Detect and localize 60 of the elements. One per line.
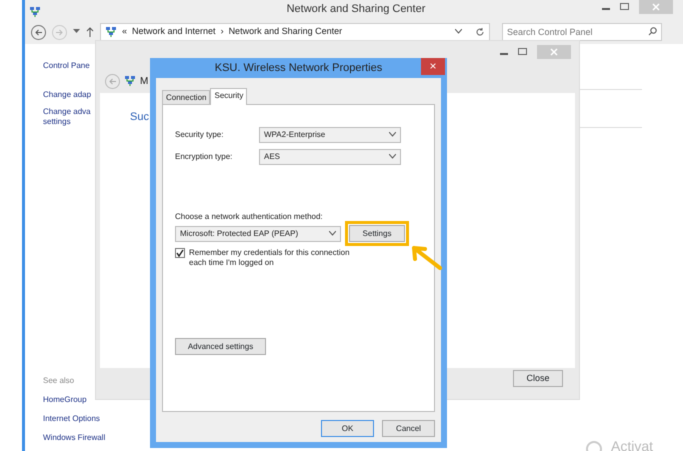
dropdown[interactable]: Microsoft: Protected EAP (PEAP) (175, 226, 341, 242)
chevron-down-icon (329, 230, 336, 236)
pointer-arrow (410, 244, 442, 270)
field-label: Encryption type: (175, 151, 234, 163)
close-button[interactable] (639, 0, 673, 14)
maximize-button[interactable] (620, 3, 629, 10)
activation-watermark: Activat (611, 437, 654, 451)
up-arrow-icon (86, 26, 94, 37)
ok-button[interactable]: OK (321, 420, 374, 437)
search-icon (648, 27, 657, 36)
dialog-title: KSU. Wireless Network Properties (214, 62, 382, 74)
settings-button[interactable]: Settings (349, 225, 405, 242)
breadcrumb-item[interactable]: Network and Internet (132, 25, 216, 39)
checkbox[interactable] (175, 248, 185, 258)
minimize-button[interactable] (500, 53, 508, 55)
arrow-left-icon (34, 28, 43, 36)
close-icon (652, 3, 660, 11)
sidebar-link[interactable]: Change adap (43, 90, 92, 100)
field-label: Choose a network authentication method: (175, 211, 324, 223)
network-icon (29, 6, 41, 18)
sidebar-link[interactable]: Windows Firewall (43, 433, 106, 443)
chevron-down-icon (389, 154, 396, 160)
heading-text: Suc (130, 111, 149, 123)
tab[interactable]: Security (210, 88, 248, 105)
network-icon (124, 74, 136, 87)
search-field[interactable]: Search Control Panel (502, 23, 662, 41)
maximize-button[interactable] (518, 48, 527, 55)
minimize-button[interactable] (602, 8, 610, 10)
breadcrumb-separator: › (220, 25, 224, 38)
field-label: Security type: (175, 129, 224, 141)
chevron-down-icon (389, 132, 396, 138)
checkbox-label: Remember my credentials for this connection each time I'm logged on (189, 248, 351, 268)
close-button[interactable]: × (421, 58, 445, 75)
dropdown[interactable]: WPA2-Enterprise (259, 127, 401, 143)
refresh-icon (475, 26, 485, 37)
dropdown-icon (73, 29, 80, 34)
chevron-down-icon (455, 29, 462, 34)
arrow-right-icon (55, 28, 64, 36)
advanced-settings-button[interactable]: Advanced settings (175, 338, 266, 355)
cancel-button[interactable]: Cancel (382, 420, 435, 437)
window-title: M (140, 74, 148, 88)
sidebar-link[interactable]: HomeGroup (43, 395, 87, 405)
close-button[interactable] (537, 45, 571, 59)
sidebar-link[interactable]: Control Pane (43, 61, 90, 71)
sidebar-link[interactable]: Change adva settings (43, 107, 91, 127)
back-button[interactable] (31, 24, 46, 40)
dropdown[interactable]: AES (259, 149, 401, 165)
check-icon (176, 249, 184, 257)
close-icon (550, 48, 558, 56)
network-icon (105, 26, 117, 38)
see-also-heading: See also (43, 376, 74, 386)
breadcrumb-item[interactable]: Network and Sharing Center (228, 25, 342, 39)
forward-button[interactable] (52, 24, 67, 40)
address-bar[interactable]: « Network and Internet › Network and Sharing Center (100, 23, 490, 41)
breadcrumb-overflow[interactable]: « (122, 25, 128, 39)
arrow-left-icon (108, 76, 117, 86)
window-title: Network and Sharing Center (286, 3, 426, 15)
tab[interactable]: Connection (162, 90, 210, 104)
sidebar-link[interactable]: Internet Options (43, 414, 100, 424)
close-button[interactable]: Close (513, 370, 563, 387)
